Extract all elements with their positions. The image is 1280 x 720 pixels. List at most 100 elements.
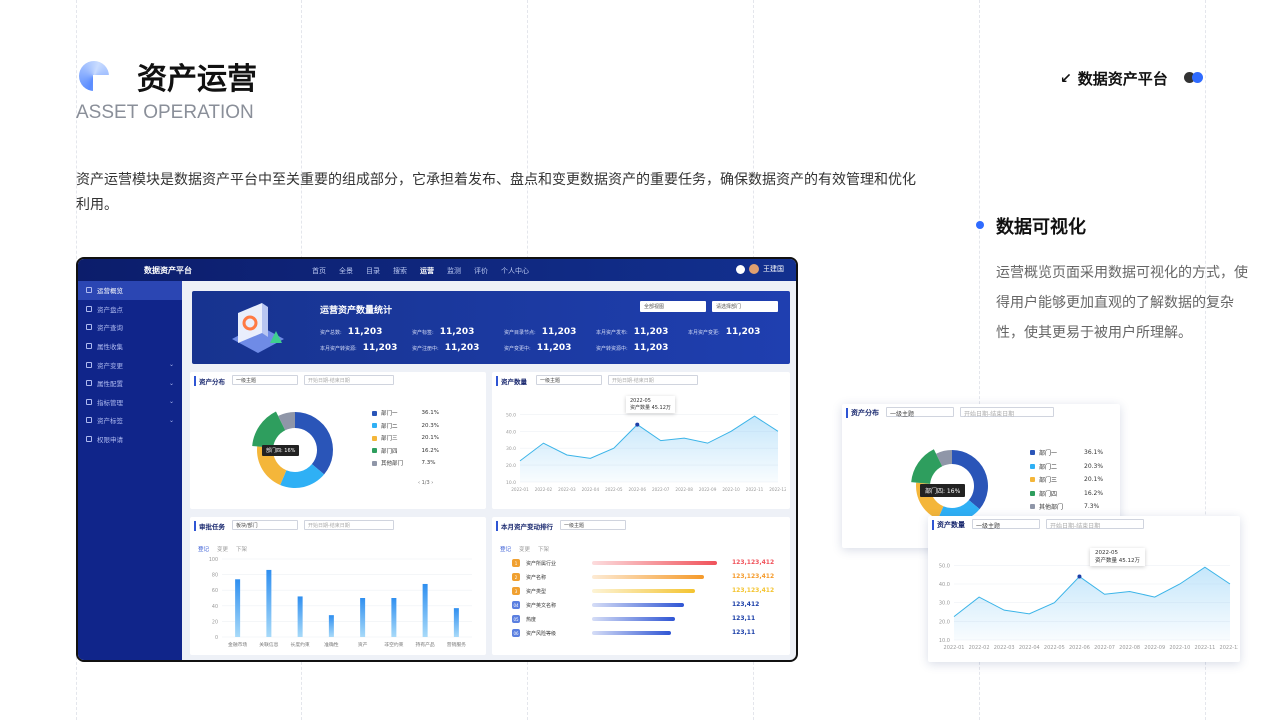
sidebar-item[interactable]: 资产变更 ⌄ bbox=[78, 355, 182, 374]
y-tick-label: 20 bbox=[212, 619, 218, 625]
sidebar-item[interactable]: 资产查询 bbox=[78, 318, 182, 337]
user-area[interactable]: 王建国 bbox=[736, 264, 784, 274]
nav-item[interactable]: 个人中心 bbox=[501, 266, 529, 276]
bar bbox=[328, 615, 334, 637]
menu-item-icon bbox=[86, 343, 92, 350]
y-tick-label: 40.0 bbox=[939, 582, 950, 588]
tab[interactable]: 变更 bbox=[519, 545, 530, 553]
nav-item[interactable]: 搜索 bbox=[393, 266, 407, 276]
tab[interactable]: 登记 bbox=[198, 545, 209, 553]
rank-row[interactable]: 1 资产所属行业 123,123,412 bbox=[512, 558, 782, 568]
x-tick-label: 2022-06 bbox=[629, 487, 647, 492]
date-range-input[interactable]: 开始日期-结束日期 bbox=[304, 520, 394, 530]
rank-row[interactable]: 2 资产名称 123,123,412 bbox=[512, 572, 782, 582]
bar bbox=[422, 583, 428, 637]
legend-swatch bbox=[1030, 490, 1035, 496]
sidebar-item[interactable]: 指标管理 ⌄ bbox=[78, 393, 182, 412]
date-range-input[interactable]: 开始日期-结束日期 bbox=[304, 375, 394, 385]
nav-item[interactable]: 首页 bbox=[312, 266, 326, 276]
menu-item-icon bbox=[86, 324, 92, 331]
tab[interactable]: 变更 bbox=[217, 545, 228, 553]
legend-label: 部门一 bbox=[381, 411, 398, 417]
banner-stat: 资产总数: 11,203 bbox=[320, 327, 382, 337]
nav-item[interactable]: 全景 bbox=[339, 266, 353, 276]
rank-medal-icon: 06 bbox=[512, 629, 520, 637]
sidebar-item-label: 权限申请 bbox=[97, 436, 123, 445]
tab[interactable]: 下架 bbox=[538, 545, 549, 553]
x-tick-label: 金融市场 bbox=[228, 641, 247, 648]
view-select[interactable]: 全部视图 bbox=[640, 301, 706, 312]
nav-item[interactable]: 目录 bbox=[366, 266, 380, 276]
y-tick-label: 30.0 bbox=[506, 446, 516, 452]
pie-tooltip: 部门四: 16% bbox=[920, 484, 966, 497]
date-range-input[interactable]: 开始日期-结束日期 bbox=[1046, 519, 1144, 530]
rank-row[interactable]: 05 热度 123,11 bbox=[512, 614, 782, 624]
department-select[interactable]: 请选择部门 bbox=[712, 301, 778, 312]
bar bbox=[266, 569, 272, 637]
sidebar-item[interactable]: 运营概览 bbox=[78, 281, 182, 300]
stat-label: 资产总数: bbox=[320, 330, 342, 336]
x-tick-label: 长度约束 bbox=[291, 641, 310, 648]
bell-icon[interactable] bbox=[736, 264, 745, 274]
x-tick-label: 资产 bbox=[358, 641, 368, 648]
x-tick-label: 2022-08 bbox=[1119, 645, 1140, 651]
avatar[interactable] bbox=[749, 264, 759, 274]
page-subtitle: ASSET OPERATION bbox=[76, 102, 254, 123]
sidebar-item[interactable]: 属性收集 bbox=[78, 337, 182, 356]
chevron-down-icon: ⌄ bbox=[168, 361, 174, 369]
legend-label: 部门四 bbox=[381, 448, 398, 455]
tab[interactable]: 下架 bbox=[236, 545, 247, 553]
stat-label: 本月资产转资源: bbox=[320, 346, 357, 352]
tooltip-value: 45.12万 bbox=[1118, 558, 1141, 564]
sidebar-item-label: 指标管理 bbox=[97, 398, 123, 407]
user-name[interactable]: 王建国 bbox=[763, 264, 784, 274]
rank-bar bbox=[592, 603, 685, 607]
rank-label: 资产英文名称 bbox=[526, 602, 557, 609]
date-range-input[interactable]: 开始日期-结束日期 bbox=[608, 375, 698, 385]
tab[interactable]: 登记 bbox=[500, 545, 511, 553]
sidebar-item[interactable]: 属性配置 ⌄ bbox=[78, 374, 182, 393]
sidebar-item-label: 资产标签 bbox=[97, 417, 123, 426]
banner-stat: 本月资产转资源: 11,203 bbox=[320, 343, 397, 353]
legend-value: 36.1% bbox=[1084, 449, 1104, 456]
nav-item[interactable]: 运营 bbox=[420, 266, 434, 276]
rank-row[interactable]: 06 资产风险等级 123,11 bbox=[512, 628, 782, 638]
legend-pager[interactable]: ‹ 1/3 › bbox=[418, 480, 433, 486]
theme-select[interactable]: 一级主题 bbox=[232, 375, 298, 385]
theme-select[interactable]: 一级主题 bbox=[560, 520, 626, 530]
department-select[interactable]: 板块/部门 bbox=[232, 520, 298, 530]
x-tick-label: 2022-05 bbox=[1044, 645, 1065, 651]
nav-item[interactable]: 评价 bbox=[474, 266, 488, 276]
sidebar: 运营概览 资产盘点 资产查询 属性收集 资产变更 ⌄ 属性配置 ⌄ 指标管理 ⌄ 资产标签 ⌄ 权限申请 bbox=[78, 281, 182, 660]
banner-stat: 资产转资源中: 11,203 bbox=[596, 343, 668, 353]
app-name: 数据资产平台 bbox=[144, 266, 192, 275]
sidebar-item[interactable]: 资产盘点 bbox=[78, 300, 182, 319]
rank-bar bbox=[592, 575, 705, 579]
line-tooltip: 2022-05 资产数量 45.12万 bbox=[626, 396, 675, 413]
legend-label: 部门二 bbox=[381, 423, 398, 430]
theme-select[interactable]: 一级主题 bbox=[972, 519, 1040, 530]
nav-item[interactable]: 监测 bbox=[447, 266, 461, 276]
sidebar-item-label: 运营概览 bbox=[97, 287, 123, 296]
rank-row[interactable]: 3 资产类型 123,123,412 bbox=[512, 586, 782, 596]
legend-entry: 部门一 36.1% bbox=[372, 409, 439, 417]
y-tick-label: 0 bbox=[215, 635, 218, 641]
y-tick-label: 20.0 bbox=[939, 619, 950, 625]
legend-label: 部门三 bbox=[381, 436, 398, 442]
sidebar-item[interactable]: 资产标签 ⌄ bbox=[78, 411, 182, 430]
sidebar-item[interactable]: 权限申请 bbox=[78, 430, 182, 449]
stat-label: 资产目录节点: bbox=[504, 330, 536, 336]
banner-stat: 资产注册中: 11,203 bbox=[412, 343, 479, 353]
date-range-input[interactable]: 开始日期-结束日期 bbox=[960, 407, 1054, 418]
theme-select[interactable]: 一级主题 bbox=[886, 407, 954, 418]
rank-row[interactable]: 04 资产英文名称 123,412 bbox=[512, 600, 782, 610]
theme-select[interactable]: 一级主题 bbox=[536, 375, 602, 385]
task-tabs: 登记 变更 下架 bbox=[198, 545, 247, 553]
x-tick-label: 关联信息 bbox=[259, 641, 278, 648]
x-tick-label: 2022-03 bbox=[994, 645, 1015, 651]
x-tick-label: 营销服务 bbox=[447, 641, 466, 648]
y-tick-label: 100 bbox=[209, 557, 218, 563]
x-tick-label: 2022-02 bbox=[969, 645, 990, 651]
stat-value: 11,203 bbox=[439, 327, 475, 337]
tooltip-value: 45.12万 bbox=[651, 405, 671, 411]
